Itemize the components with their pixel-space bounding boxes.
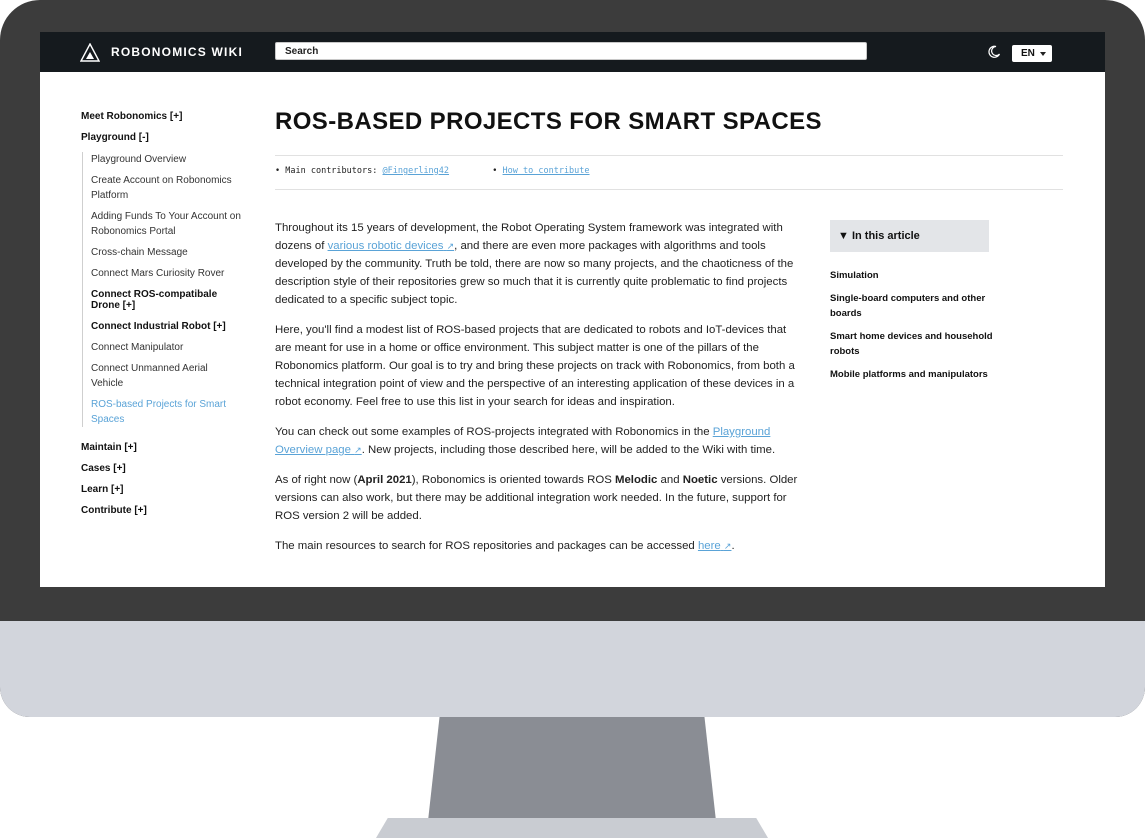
sidebar-item-ros-smart-spaces[interactable]: ROS-based Projects for Smart Spaces (91, 397, 241, 427)
sidebar-item-maintain[interactable]: Maintain [+] (81, 441, 241, 462)
contributor-link[interactable]: @Fingerling42 (383, 166, 450, 176)
sidebar-item-industrial-robot[interactable]: Connect Industrial Robot [+] (91, 321, 241, 332)
search-input[interactable]: Search (275, 42, 867, 60)
paragraph-text: . (731, 540, 735, 552)
article-body: Throughout its 15 years of development, … (275, 219, 798, 567)
contributors-label: Main contributors: (285, 166, 378, 176)
divider (275, 155, 1063, 156)
sidebar-item-playground[interactable]: Playground [-] (81, 131, 241, 152)
bullet: • (492, 166, 498, 176)
paragraph: The main resources to search for ROS rep… (275, 537, 798, 555)
sidebar-item-contribute[interactable]: Contribute [+] (81, 504, 241, 525)
monitor-stand (428, 717, 716, 821)
paragraph-text: The main resources to search for ROS rep… (275, 540, 698, 552)
sidebar-item-manipulator[interactable]: Connect Manipulator (91, 340, 241, 355)
sidebar-item-adding-funds[interactable]: Adding Funds To Your Account on Robonomi… (91, 209, 241, 239)
sidebar-item-cross-chain-message[interactable]: Cross-chain Message (91, 245, 241, 260)
paragraph-text: As of right now ( (275, 474, 358, 486)
link-text: here (697, 540, 721, 552)
bullet: • (275, 166, 281, 176)
dark-mode-toggle-icon[interactable] (987, 45, 1001, 59)
monitor-chin (0, 621, 1145, 717)
divider (275, 189, 1063, 190)
top-navbar: ROBONOMICS WIKI Search EN (40, 32, 1105, 72)
paragraph-text: and (657, 474, 683, 486)
sidebar-item-cases[interactable]: Cases [+] (81, 462, 241, 483)
how-to-contribute-link[interactable]: How to contribute (503, 166, 590, 176)
toc-item-smart-home[interactable]: Smart home devices and household robots (830, 329, 995, 359)
paragraph: You can check out some examples of ROS-p… (275, 423, 798, 459)
brand-name[interactable]: ROBONOMICS WIKI (111, 45, 243, 59)
language-select[interactable]: EN (1012, 45, 1052, 62)
paragraph: As of right now (April 2021), Robonomics… (275, 471, 798, 525)
sidebar-item-create-account[interactable]: Create Account on Robonomics Platform (91, 173, 241, 203)
sidebar-item-learn[interactable]: Learn [+] (81, 483, 241, 504)
bold-date: April 2021 (357, 474, 412, 486)
various-robotic-devices-link[interactable]: various robotic devices ↗ (328, 240, 455, 252)
table-of-contents: Simulation Single-board computers and ot… (830, 268, 995, 390)
paragraph-text: You can check out some examples of ROS-p… (275, 426, 713, 438)
toc-item-simulation[interactable]: Simulation (830, 268, 995, 283)
monitor-stand-base (376, 818, 768, 838)
robonomics-logo-icon[interactable] (80, 43, 100, 62)
sidebar-item-meet-robonomics[interactable]: Meet Robonomics [+] (81, 110, 241, 131)
page-title: ROS-BASED PROJECTS FOR SMART SPACES (275, 108, 822, 135)
chevron-down-icon (1040, 52, 1046, 56)
here-link[interactable]: here ↗ (698, 540, 732, 552)
toc-toggle[interactable]: ▼ In this article (830, 220, 989, 252)
browser-screen: ROBONOMICS WIKI Search EN Meet Robonomic… (40, 32, 1105, 587)
sidebar-nav: Meet Robonomics [+] Playground [-] Playg… (81, 110, 241, 525)
sidebar-item-mars-curiosity-rover[interactable]: Connect Mars Curiosity Rover (91, 266, 241, 281)
language-value: EN (1021, 48, 1035, 59)
bold-noetic: Noetic (682, 474, 718, 486)
contributors-bar: • Main contributors: @Fingerling42 • How… (275, 166, 590, 176)
paragraph: Throughout its 15 years of development, … (275, 219, 798, 309)
paragraph: Here, you'll find a modest list of ROS-b… (275, 324, 795, 408)
toc-item-single-board[interactable]: Single-board computers and other boards (830, 291, 995, 321)
paragraph-text: ), Robonomics is oriented towards ROS (411, 474, 615, 486)
external-link-icon: ↗ (354, 445, 362, 455)
sidebar-item-unmanned-aerial-vehicle[interactable]: Connect Unmanned Aerial Vehicle (91, 361, 241, 391)
sidebar-item-ros-drone[interactable]: Connect ROS-compatibale Drone [+] (91, 289, 241, 311)
bold-melodic: Melodic (614, 474, 658, 486)
sidebar-submenu-playground: Playground Overview Create Account on Ro… (82, 152, 241, 427)
external-link-icon: ↗ (446, 241, 455, 251)
toc-item-mobile-platforms[interactable]: Mobile platforms and manipulators (830, 367, 995, 382)
paragraph-text: . New projects, including those describe… (361, 444, 776, 456)
link-text: various robotic devices (327, 240, 444, 252)
sidebar-item-playground-overview[interactable]: Playground Overview (91, 152, 241, 167)
